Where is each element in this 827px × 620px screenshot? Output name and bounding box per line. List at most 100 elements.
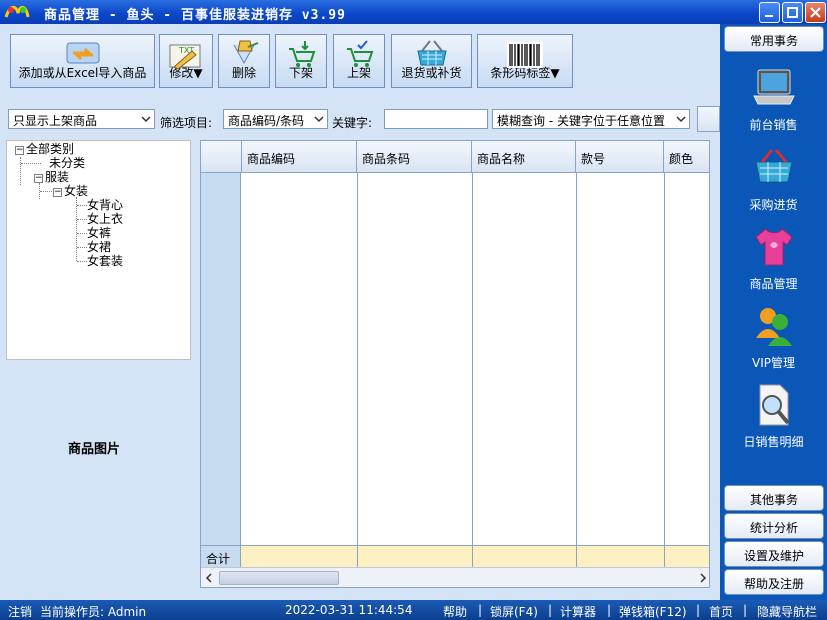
nav-pos-sales[interactable]: 前台销售 — [720, 66, 827, 138]
col-header-code[interactable]: 商品编码 — [242, 141, 357, 173]
match-mode-value: 模糊查询 - 关键字位于任意位置 — [497, 114, 665, 128]
filter-field-label: 筛选项目: — [160, 116, 213, 130]
total-row — [201, 545, 709, 567]
chevron-down-icon — [676, 116, 686, 123]
right-nav-panel: 常用事务 前台销售 采购进货 商品管理 VIP管理 日销售明细 其他事务 统计分… — [720, 24, 827, 600]
cart-check-icon — [347, 40, 374, 67]
product-picture-label: 商品图片 — [68, 442, 121, 457]
total-label: 合计 — [201, 545, 241, 567]
help-register-button[interactable]: 帮助及注册 — [724, 569, 824, 595]
import-excel-button[interactable]: 添加或从Excel导入商品 — [10, 34, 155, 88]
laptop-icon — [753, 69, 795, 105]
lock-screen-link[interactable]: 锁屏(F4) — [490, 603, 538, 620]
tree-node-women[interactable]: − 女装 — [53, 184, 88, 198]
scope-select[interactable]: 只显示上架商品 — [8, 109, 155, 129]
calculator-link[interactable]: 计算器 — [560, 603, 596, 620]
scrollbar-thumb[interactable] — [219, 571, 339, 585]
edit-txt-icon: TXT — [169, 44, 201, 70]
minimize-icon — [765, 15, 773, 17]
chevron-down-icon — [314, 116, 324, 123]
common-tasks-button[interactable]: 常用事务 — [724, 26, 824, 52]
edit-button[interactable]: TXT 修改▼ — [159, 34, 213, 88]
tree-node-suit[interactable]: 女套装 — [87, 254, 123, 268]
nav-purchasing-label: 采购进货 — [749, 198, 798, 212]
shelve-button[interactable]: 上架 — [333, 34, 385, 88]
maximize-icon — [787, 7, 798, 18]
nav-vip-management-label: VIP管理 — [752, 356, 795, 370]
tree-node-skirt[interactable]: 女裙 — [87, 240, 111, 254]
statistics-button[interactable]: 统计分析 — [724, 513, 824, 539]
collapse-icon[interactable]: − — [53, 188, 62, 197]
nav-purchasing[interactable]: 采购进货 — [720, 146, 827, 218]
status-separator: | — [478, 603, 483, 617]
status-separator: | — [548, 603, 553, 617]
keyword-input[interactable] — [384, 109, 488, 129]
col-header-barcode[interactable]: 商品条码 — [357, 141, 472, 173]
app-logo-icon — [4, 6, 30, 18]
help-link[interactable]: 帮助 — [443, 603, 467, 620]
col-header-name[interactable]: 商品名称 — [472, 141, 576, 173]
filter-field-select[interactable]: 商品编码/条码 — [223, 109, 328, 129]
home-link[interactable]: 首页 — [709, 603, 733, 620]
nav-product-management[interactable]: 商品管理 — [720, 225, 827, 297]
nav-vip-management[interactable]: VIP管理 — [720, 304, 827, 376]
status-bar: 注销 当前操作员: Admin 2022-03-31 11:44:54 帮助 |… — [0, 600, 827, 620]
col-header-color[interactable]: 颜色 — [664, 141, 709, 173]
unshelve-button[interactable]: 下架 — [275, 34, 327, 88]
toolbar: 添加或从Excel导入商品 TXT 修改▼ 删除 下架 上架 退货或补货 条形码… — [0, 24, 720, 94]
nav-pos-sales-label: 前台销售 — [749, 118, 798, 132]
scroll-left-icon[interactable] — [205, 573, 213, 583]
barcode-label-button[interactable]: 条形码标签▼ — [477, 34, 573, 88]
scroll-right-icon[interactable] — [699, 573, 707, 583]
match-mode-select[interactable]: 模糊查询 - 关键字位于任意位置 — [492, 109, 690, 129]
close-icon — [810, 7, 821, 18]
datetime-display: 2022-03-31 11:44:54 — [285, 603, 413, 617]
window-title: 商品管理 - 鱼头 - 百事佳服装进销存 v3.99 — [44, 8, 346, 23]
nav-product-management-label: 商品管理 — [749, 277, 798, 291]
collapse-icon[interactable]: − — [34, 174, 43, 183]
tree-node-clothing[interactable]: − 服装 — [34, 170, 69, 184]
tshirt-icon — [755, 228, 793, 266]
nav-daily-sales-detail-label: 日销售明细 — [743, 435, 804, 449]
users-icon — [756, 308, 792, 346]
return-restock-button[interactable]: 退货或补货 — [391, 34, 472, 88]
query-button[interactable] — [697, 106, 720, 132]
magnifier-document-icon — [759, 384, 790, 426]
collapse-icon[interactable]: − — [15, 146, 24, 155]
title-bar: 商品管理 - 鱼头 - 百事佳服装进销存 v3.99 — [0, 0, 827, 24]
scope-select-value: 只显示上架商品 — [13, 114, 98, 128]
tree-node-top[interactable]: 女上衣 — [87, 212, 123, 226]
tree-node-all[interactable]: − 全部类别 — [15, 142, 74, 156]
current-operator: 当前操作员: Admin — [40, 605, 147, 619]
eraser-icon — [233, 40, 259, 65]
settings-maintenance-button[interactable]: 设置及维护 — [724, 541, 824, 567]
import-excel-icon — [66, 42, 99, 64]
filter-field-value: 商品编码/条码 — [228, 114, 305, 128]
close-button[interactable] — [805, 2, 826, 23]
row-header-column — [201, 173, 241, 545]
tree-node-uncategorized[interactable]: 未分类 — [49, 156, 85, 170]
product-grid[interactable]: 商品编码 商品条码 商品名称 款号 颜色 合计 — [200, 140, 710, 588]
cart-down-icon — [289, 41, 316, 67]
keyword-label: 关键字: — [332, 116, 373, 130]
hide-nav-link[interactable]: 隐藏导航栏 — [757, 603, 817, 620]
cash-drawer-link[interactable]: 弹钱箱(F12) — [619, 603, 687, 620]
filter-row: 只显示上架商品 筛选项目: 商品编码/条码 关键字: 模糊查询 - 关键字位于任… — [0, 106, 720, 132]
basket-icon — [755, 149, 793, 183]
other-tasks-button[interactable]: 其他事务 — [724, 485, 824, 511]
maximize-button[interactable] — [782, 2, 803, 23]
nav-daily-sales-detail[interactable]: 日销售明细 — [720, 383, 827, 455]
status-separator: | — [607, 603, 612, 617]
status-separator: | — [743, 603, 748, 617]
minimize-button[interactable] — [759, 2, 780, 23]
horizontal-scrollbar[interactable] — [201, 567, 709, 587]
delete-button[interactable]: 删除 — [218, 34, 270, 88]
tree-node-vest[interactable]: 女背心 — [87, 198, 123, 212]
logout-link[interactable]: 注销 — [8, 603, 32, 620]
grid-corner — [201, 141, 242, 173]
status-separator: | — [696, 603, 701, 617]
barcode-icon — [507, 42, 543, 68]
tree-node-pants[interactable]: 女裤 — [87, 226, 111, 240]
category-tree: − 全部类别 未分类 − 服装 − 女装 女背心 女上衣 女裤 女裙 女套装 — [6, 140, 191, 360]
col-header-style[interactable]: 款号 — [576, 141, 664, 173]
